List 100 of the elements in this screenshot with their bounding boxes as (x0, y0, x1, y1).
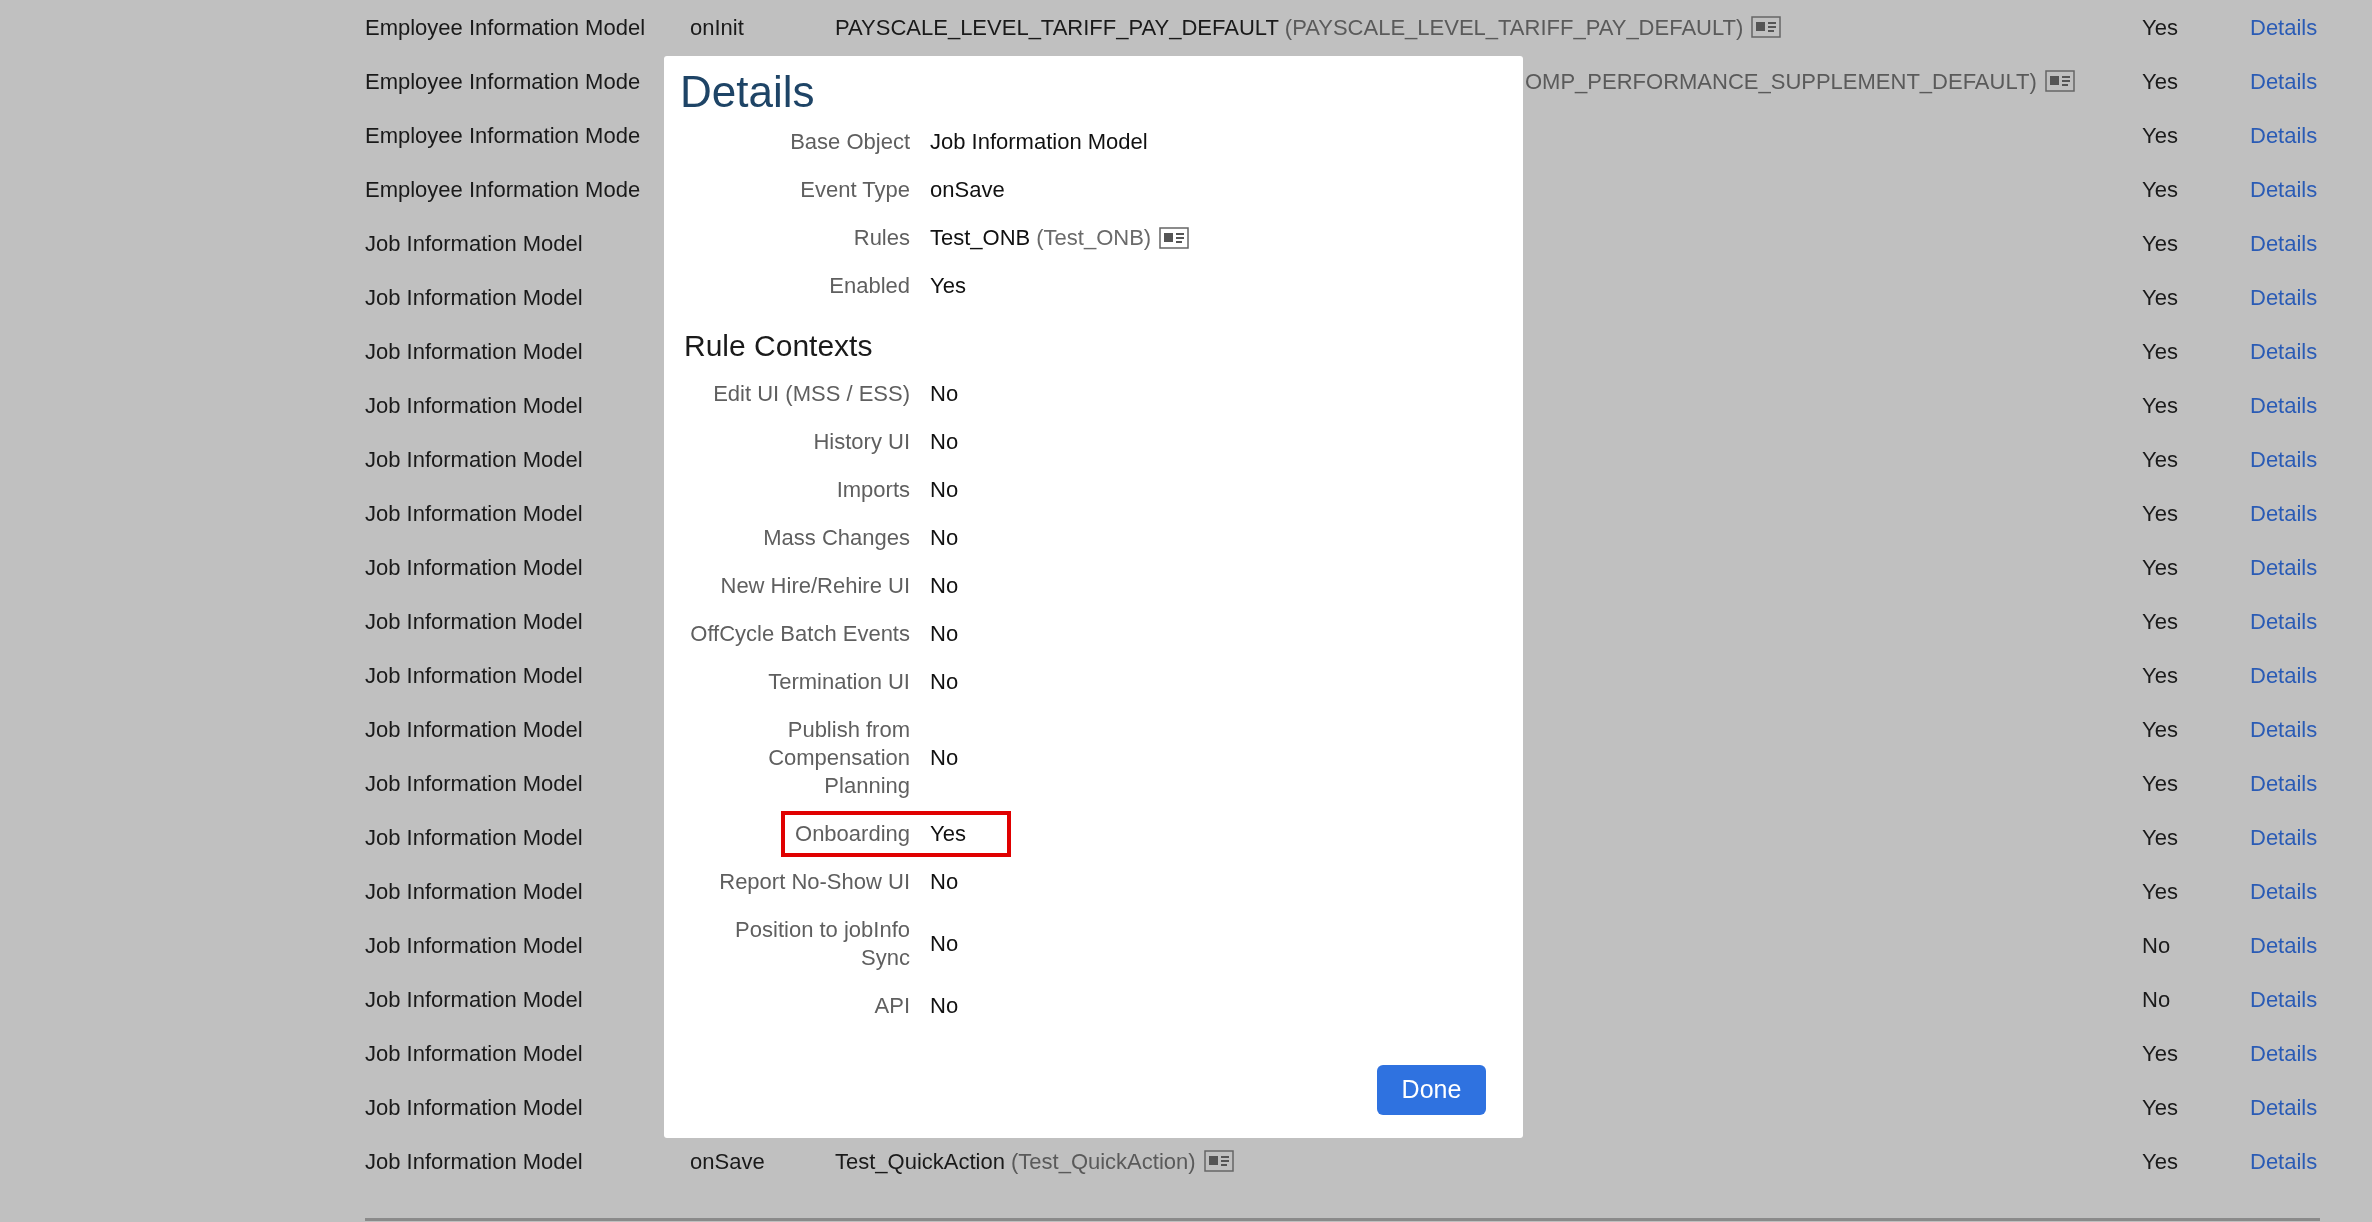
field-value: onSave (930, 176, 1005, 204)
field-label: Rules (853, 225, 910, 250)
details-link[interactable]: Details (2250, 500, 2318, 526)
rule-id-text: (Test_QuickAction) (1010, 1147, 1196, 1176)
context-label: History UI (813, 429, 910, 454)
details-link[interactable]: Details (2250, 1094, 2318, 1120)
table-cell: Employee Information Model (365, 14, 646, 40)
table-cell: onSave (690, 1148, 765, 1174)
table-cell: Yes (2142, 662, 2178, 688)
table-cell: Job Information Model (365, 554, 583, 580)
details-link[interactable]: Details (2250, 554, 2318, 580)
details-link[interactable]: Details (2250, 608, 2318, 634)
id-card-icon[interactable] (1159, 227, 1190, 249)
details-link[interactable]: Details (2250, 662, 2318, 688)
details-link[interactable]: Details (2250, 230, 2318, 256)
table-cell: Yes (2142, 14, 2178, 40)
table-cell: Yes (2142, 500, 2178, 526)
details-link[interactable]: Details (2250, 824, 2318, 850)
dialog-title: Details (680, 66, 815, 118)
context-label: Termination UI (768, 669, 910, 694)
table-cell: Job Information Model (365, 986, 583, 1012)
context-value: No (930, 573, 959, 598)
table-cell: Yes (2142, 446, 2178, 472)
table-cell: Employee Information Mode (365, 68, 641, 94)
table-cell: Employee Information Mode (365, 176, 641, 202)
table-cell: No (2142, 986, 2171, 1012)
table-cell: No (2142, 932, 2171, 958)
table-cell: onInit (690, 14, 744, 40)
table-cell: Job Information Model (365, 446, 583, 472)
table-cell: Job Information Model (365, 608, 583, 634)
table-cell: Yes (2142, 716, 2178, 742)
context-value: No (930, 621, 959, 646)
details-link[interactable]: Details (2250, 284, 2318, 310)
context-label: Onboarding (795, 821, 910, 846)
context-value: No (930, 669, 959, 694)
details-link[interactable]: Details (2250, 14, 2318, 40)
table-cell: Yes (2142, 770, 2178, 796)
table-cell: Yes (2142, 68, 2178, 94)
context-label: Imports (836, 477, 910, 502)
context-label: Edit UI (MSS / ESS) (713, 381, 910, 406)
context-label: New Hire/Rehire UI (720, 573, 910, 598)
context-value: Yes (930, 821, 966, 846)
table-cell: Job Information Model (365, 230, 583, 256)
table-cell: Yes (2142, 608, 2178, 634)
table-cell: Job Information Model (365, 716, 583, 742)
details-link[interactable]: Details (2250, 338, 2318, 364)
table-cell: Job Information Model (365, 932, 583, 958)
context-value: No (930, 993, 959, 1018)
details-link[interactable]: Details (2250, 986, 2318, 1012)
table-cell-text: PAYSCALE_LEVEL_TARIFF_PAY_DEFAULT (835, 13, 1279, 42)
table-cell: Yes (2142, 392, 2178, 418)
details-link[interactable]: Details (2250, 446, 2318, 472)
table-cell: Job Information Model (365, 1148, 583, 1174)
table-cell: Job Information Model (365, 284, 583, 310)
table-cell: Yes (2142, 230, 2178, 256)
section-heading: Rule Contexts (684, 328, 873, 364)
field-value: Test_ONB (930, 224, 1031, 252)
table-cell: Job Information Model (365, 1040, 583, 1066)
context-value: No (930, 429, 959, 454)
context-value: No (930, 931, 959, 956)
table-cell: Yes (2142, 824, 2178, 850)
rule-id-text: (Test_ONB) (1036, 224, 1152, 252)
details-link[interactable]: Details (2250, 770, 2318, 796)
id-card-icon[interactable] (2044, 70, 2075, 92)
id-card-icon[interactable] (1751, 16, 1782, 38)
table-cell: Yes (2142, 284, 2178, 310)
context-label: Publish from Compensation Planning (768, 717, 910, 798)
details-link[interactable]: Details (2250, 68, 2318, 94)
table-cell: Job Information Model (365, 662, 583, 688)
context-label: Mass Changes (763, 525, 910, 550)
rule-id-text: OMP_PERFORMANCE_SUPPLEMENT_DEFAULT) (1525, 67, 2037, 96)
details-link[interactable]: Details (2250, 1040, 2318, 1066)
details-link[interactable]: Details (2250, 122, 2318, 148)
context-label: Position to jobInfo Sync (735, 917, 910, 970)
table-cell: Job Information Model (365, 500, 583, 526)
details-link[interactable]: Details (2250, 932, 2318, 958)
details-link[interactable]: Details (2250, 716, 2318, 742)
table-cell: Job Information Model (365, 878, 583, 904)
rule-id-text: (PAYSCALE_LEVEL_TARIFF_PAY_DEFAULT) (1284, 13, 1744, 42)
done-button[interactable]: Done (1377, 1065, 1486, 1115)
context-label: Report No-Show UI (719, 869, 910, 894)
table-cell: Yes (2142, 338, 2178, 364)
field-label: Event Type (800, 177, 910, 202)
field-value: Job Information Model (930, 128, 1148, 156)
details-link[interactable]: Details (2250, 1148, 2318, 1174)
table-cell: Yes (2142, 878, 2178, 904)
field-label: Base Object (790, 129, 910, 154)
table-cell: Employee Information Mode (365, 122, 641, 148)
table-cell: Yes (2142, 1094, 2178, 1120)
table-cell-text: Test_QuickAction (835, 1147, 1005, 1176)
table-cell: Job Information Model (365, 338, 583, 364)
context-value: No (930, 381, 959, 406)
table-cell: Yes (2142, 122, 2178, 148)
field-label: Enabled (829, 273, 910, 298)
table-cell: Job Information Model (365, 1094, 583, 1120)
details-link[interactable]: Details (2250, 392, 2318, 418)
details-link[interactable]: Details (2250, 878, 2318, 904)
id-card-icon[interactable] (1203, 1150, 1234, 1172)
details-link[interactable]: Details (2250, 176, 2318, 202)
context-label: API (874, 993, 910, 1018)
